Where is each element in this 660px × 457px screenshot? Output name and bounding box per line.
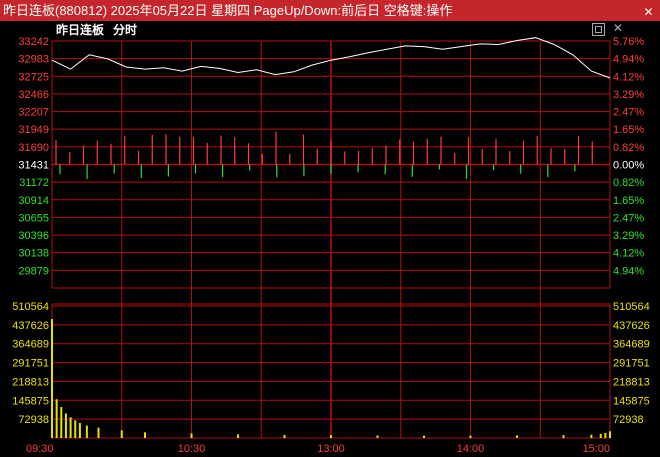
pct-tick-label: 4.94% xyxy=(613,54,644,66)
price-tick-label: 30914 xyxy=(18,195,49,207)
price-tick-label: 31431 xyxy=(18,160,49,172)
price-tick-label: 31172 xyxy=(19,177,49,189)
volume-tick-label-right: 218813 xyxy=(613,376,650,388)
price-tick-label: 32466 xyxy=(18,89,49,101)
pct-tick-label: 3.29% xyxy=(613,230,644,242)
pct-tick-label: 4.12% xyxy=(613,71,644,83)
intraday-chart[interactable]: 33242 5.76% 32983 4.94% 32725 4.12% 32466 3.29%… xyxy=(0,0,660,457)
pct-tick-label: 1.65% xyxy=(613,195,644,207)
price-tick-label: 31690 xyxy=(18,142,49,154)
time-tick-label: 13:00 xyxy=(317,443,345,455)
volume-tick-label-right: 145875 xyxy=(613,395,650,407)
volume-tick-label-right: 72938 xyxy=(613,414,644,426)
time-tick-label: 10:30 xyxy=(178,443,206,455)
time-tick-label: 14:00 xyxy=(457,443,485,455)
volume-tick-label: 291751 xyxy=(12,358,49,370)
price-tick-label: 29879 xyxy=(18,265,49,277)
pct-tick-label: 2.47% xyxy=(613,212,644,224)
volume-tick-label-right: 437626 xyxy=(613,320,650,332)
volume-tick-label: 510564 xyxy=(12,301,49,313)
pct-tick-label: 2.47% xyxy=(613,107,644,119)
price-tick-label: 30396 xyxy=(18,230,49,242)
volume-tick-label: 72938 xyxy=(18,414,49,426)
price-tick-label: 33242 xyxy=(18,36,49,48)
pct-tick-label: 4.94% xyxy=(613,265,644,277)
pct-tick-label: 5.76% xyxy=(613,36,644,48)
price-tick-label: 30138 xyxy=(18,248,49,260)
pct-tick-label: 1.65% xyxy=(613,124,644,136)
pct-tick-label: 0.00% xyxy=(613,160,644,172)
volume-tick-label: 218813 xyxy=(12,376,49,388)
volume-tick-label: 145875 xyxy=(12,395,49,407)
pct-tick-label: 4.12% xyxy=(613,248,644,260)
volume-tick-label-right: 291751 xyxy=(613,358,650,370)
price-tick-label: 30655 xyxy=(18,212,49,224)
pct-tick-label: 0.82% xyxy=(613,142,644,154)
pct-tick-label: 3.29% xyxy=(613,89,644,101)
volume-tick-label: 364689 xyxy=(12,339,49,351)
price-tick-label: 32207 xyxy=(18,107,49,119)
price-tick-label: 32725 xyxy=(18,71,49,83)
time-tick-label: 15:00 xyxy=(582,443,610,455)
pct-tick-label: 0.82% xyxy=(613,177,644,189)
volume-tick-label: 437626 xyxy=(12,320,49,332)
price-tick-label: 31949 xyxy=(18,124,49,136)
time-tick-label: 09:30 xyxy=(26,443,54,455)
volume-tick-label-right: 364689 xyxy=(613,339,650,351)
volume-tick-label-right: 510564 xyxy=(613,301,650,313)
price-tick-label: 32983 xyxy=(18,54,49,66)
